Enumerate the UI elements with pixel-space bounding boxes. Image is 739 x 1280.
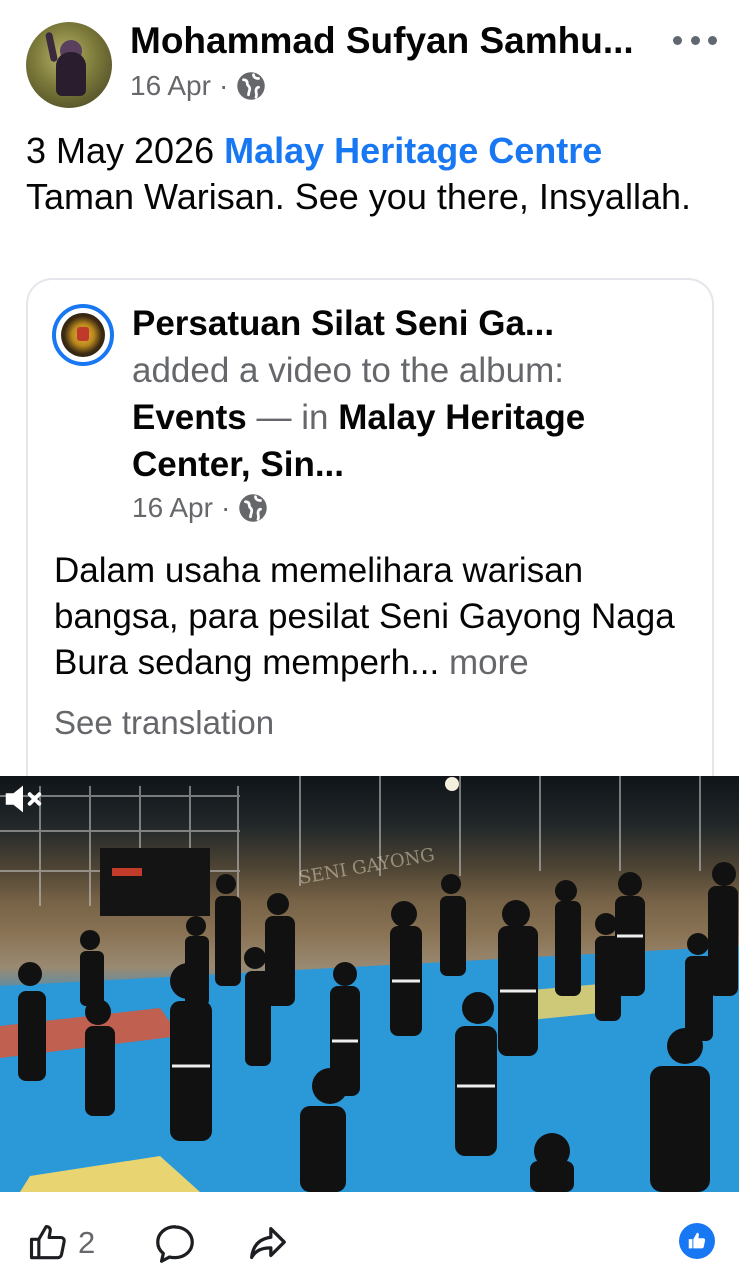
post-date[interactable]: 16 Apr <box>130 70 211 102</box>
post-text-suffix: Taman Warisan. See you there, Insyallah. <box>26 176 691 217</box>
more-options-button[interactable] <box>673 28 717 52</box>
meta-separator: · <box>218 70 229 101</box>
shared-post-card[interactable]: Persatuan Silat Seni Ga... added a video… <box>26 278 714 798</box>
author-avatar[interactable] <box>26 22 112 108</box>
shared-action-text: added a video to the album: <box>132 351 564 390</box>
thumbs-up-icon <box>29 1224 66 1260</box>
shared-page-name[interactable]: Persatuan Silat Seni Ga... <box>132 304 554 343</box>
globe-icon <box>239 494 268 522</box>
action-bar: 2 <box>0 1205 739 1280</box>
svg-text:SENI GAYONG: SENI GAYONG <box>297 844 436 889</box>
like-reaction-icon[interactable] <box>679 1223 715 1259</box>
see-more-link[interactable]: more <box>449 643 529 682</box>
page-avatar[interactable] <box>52 304 114 366</box>
post-text: 3 May 2026 Malay Heritage Centre Taman W… <box>26 128 716 220</box>
video-player[interactable]: SENI GAYONG <box>0 776 739 1192</box>
shared-header: Persatuan Silat Seni Ga... added a video… <box>132 300 692 488</box>
shared-date[interactable]: 16 Apr <box>132 492 213 524</box>
comment-button[interactable] <box>152 1221 198 1267</box>
shared-body-content: Dalam usaha memelihara warisan bangsa, p… <box>54 551 675 682</box>
share-button[interactable] <box>244 1221 290 1267</box>
see-translation-link[interactable]: See translation <box>54 704 274 742</box>
globe-icon <box>237 72 266 100</box>
shared-body-text: Dalam usaha memelihara warisan bangsa, p… <box>54 548 694 686</box>
author-name[interactable]: Mohammad Sufyan Samhu... <box>130 20 634 62</box>
album-link[interactable]: Events <box>132 398 247 437</box>
like-button[interactable]: 2 <box>26 1221 95 1265</box>
more-horizontal-icon <box>673 35 682 45</box>
muted-speaker-icon[interactable] <box>0 776 46 822</box>
post-text-prefix: 3 May 2026 <box>26 130 225 171</box>
post-header: Mohammad Sufyan Samhu... 16 Apr · <box>0 0 739 115</box>
in-text: — in <box>246 398 339 437</box>
video-frame: SENI GAYONG <box>0 776 739 1192</box>
post-meta: 16 Apr · <box>130 70 266 102</box>
location-link[interactable]: Malay Heritage Centre <box>224 130 602 171</box>
like-count: 2 <box>78 1225 96 1260</box>
share-icon <box>250 1227 286 1260</box>
shared-meta: 16 Apr · <box>132 492 268 524</box>
comment-icon <box>156 1225 194 1263</box>
shared-meta-separator: · <box>220 492 231 523</box>
